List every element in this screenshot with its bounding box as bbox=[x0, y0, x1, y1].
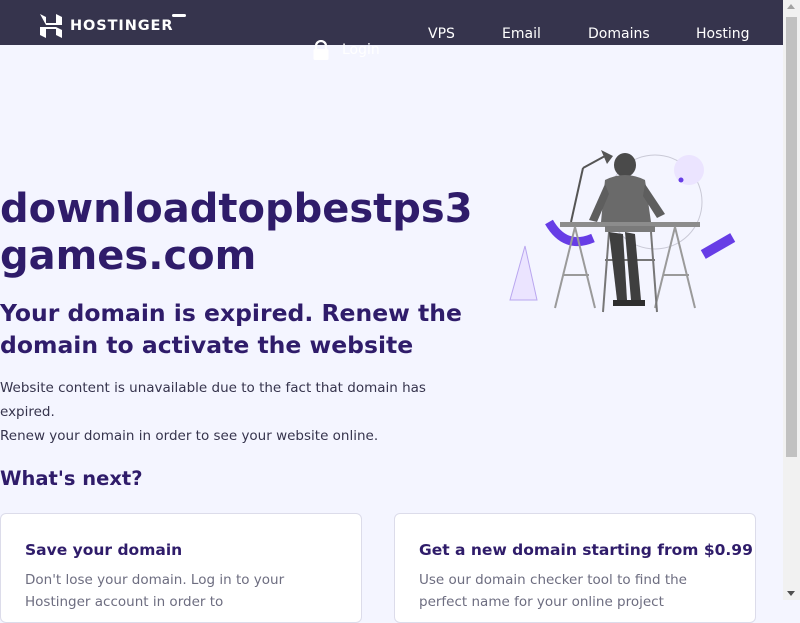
login-label: Login bbox=[342, 42, 380, 58]
hostinger-logo[interactable]: HOSTINGER bbox=[40, 14, 173, 38]
description-line-1: Website content is unavailable due to th… bbox=[0, 380, 426, 420]
scroll-up-arrow-icon[interactable] bbox=[787, 4, 795, 9]
card-text: Don't lose your domain. Log in to your H… bbox=[25, 572, 285, 610]
menu-toggle-icon[interactable] bbox=[172, 14, 186, 17]
description-line-2: Renew your domain in order to see your w… bbox=[0, 428, 379, 444]
card-title: Save your domain bbox=[25, 541, 183, 559]
nav-link-hosting[interactable]: Hosting bbox=[696, 26, 750, 42]
domain-name-heading: downloadtopbestps3games.com bbox=[0, 186, 473, 279]
card-text: Use our domain checker tool to find the … bbox=[419, 572, 687, 610]
save-domain-card[interactable]: Save your domain Don't lose your domain.… bbox=[0, 513, 362, 623]
scrollbar-thumb[interactable] bbox=[786, 17, 797, 457]
hostinger-logo-icon bbox=[40, 14, 62, 38]
brand-name: HOSTINGER bbox=[70, 18, 174, 34]
vertical-scrollbar[interactable] bbox=[783, 0, 800, 600]
expired-description: Website content is unavailable due to th… bbox=[0, 376, 480, 448]
nav-link-vps[interactable]: VPS bbox=[428, 26, 455, 42]
lock-icon bbox=[313, 40, 329, 60]
person-at-desk-illustration bbox=[509, 150, 736, 313]
card-title: Get a new domain starting from $0.99 bbox=[419, 541, 753, 559]
nav-link-email[interactable]: Email bbox=[502, 26, 541, 42]
new-domain-card[interactable]: Get a new domain starting from $0.99 Use… bbox=[394, 513, 756, 623]
nav-link-domains[interactable]: Domains bbox=[588, 26, 650, 42]
top-navigation-bar: HOSTINGER VPS Email Domains Hosting bbox=[0, 0, 783, 45]
expired-notice-heading: Your domain is expired. Renew the domain… bbox=[0, 299, 462, 359]
scroll-down-arrow-icon[interactable] bbox=[787, 591, 795, 596]
whats-next-heading: What's next? bbox=[0, 467, 143, 490]
login-button[interactable]: Login bbox=[312, 40, 380, 60]
